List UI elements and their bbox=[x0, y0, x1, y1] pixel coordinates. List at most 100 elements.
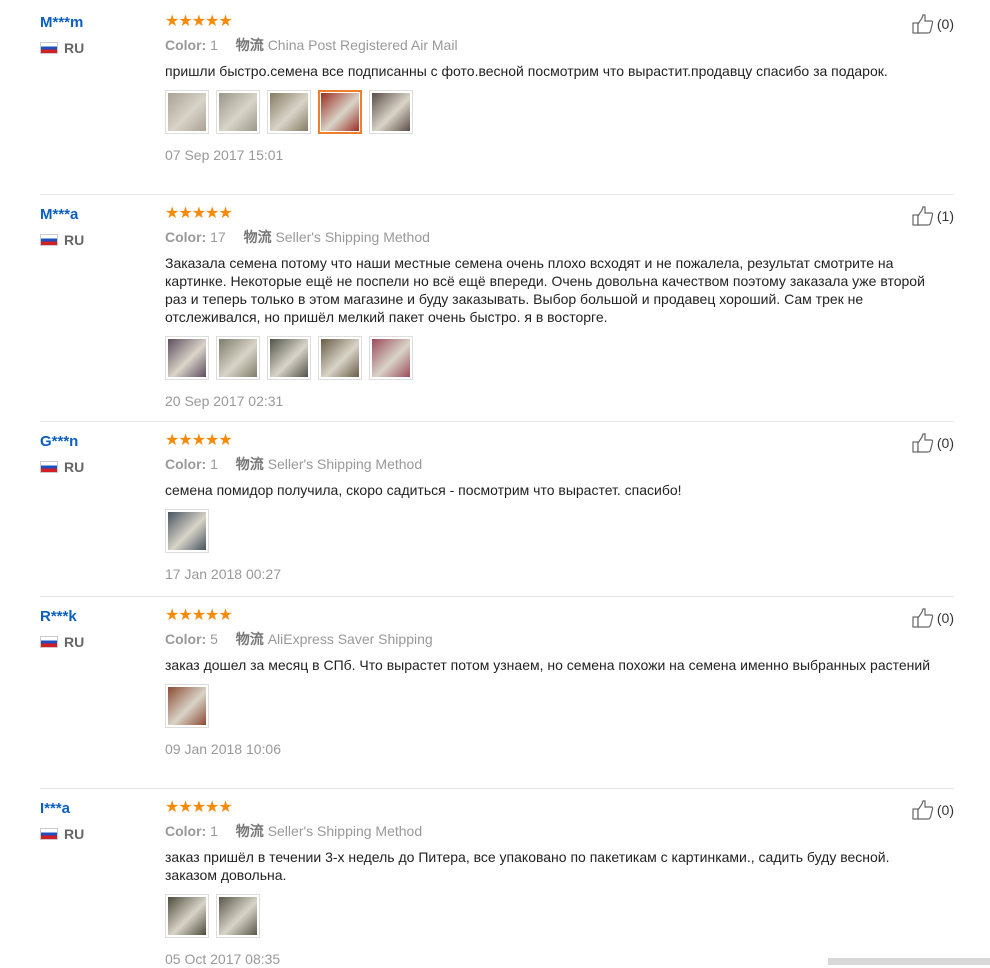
review-meta: Color: 1 物流 China Post Registered Air Ma… bbox=[165, 36, 925, 54]
photo-image bbox=[372, 339, 410, 377]
reviewer-name[interactable]: I***a bbox=[40, 800, 84, 818]
review-photo-thumbnail[interactable] bbox=[165, 90, 209, 134]
helpful-button[interactable]: (0) bbox=[912, 433, 954, 453]
reviewer-info: I***a RU bbox=[40, 800, 84, 842]
review-text: пришли быстро.семена все подписанны с фо… bbox=[165, 63, 888, 79]
review-date: 07 Sep 2017 15:01 bbox=[165, 147, 284, 163]
color-label: Color: bbox=[165, 229, 207, 245]
photo-image bbox=[168, 339, 206, 377]
review-photo-thumbnail[interactable] bbox=[216, 90, 260, 134]
star-rating: ★★★★★ bbox=[165, 607, 233, 624]
shipping-label: 物流 bbox=[235, 823, 264, 839]
divider bbox=[40, 596, 954, 597]
divider bbox=[40, 194, 954, 195]
shipping-value: China Post Registered Air Mail bbox=[267, 37, 458, 53]
helpful-count: (0) bbox=[936, 16, 954, 32]
review-photo-thumbnail[interactable] bbox=[318, 90, 362, 134]
review-text: заказ пришёл в течении 3-х недель до Пит… bbox=[165, 849, 890, 883]
shipping-label: 物流 bbox=[235, 456, 264, 472]
horizontal-scrollbar[interactable] bbox=[828, 958, 990, 965]
star-rating: ★★★★★ bbox=[165, 13, 233, 30]
photo-image bbox=[321, 339, 359, 377]
reviewer-name[interactable]: M***m bbox=[40, 14, 84, 32]
review-photo-thumbnail[interactable] bbox=[165, 894, 209, 938]
helpful-button[interactable]: (1) bbox=[912, 206, 954, 226]
review-photo-thumbnail[interactable] bbox=[165, 336, 209, 380]
reviewer-country: RU bbox=[40, 634, 84, 650]
shipping-value: Seller's Shipping Method bbox=[267, 456, 423, 472]
reviewer-country: RU bbox=[40, 232, 84, 248]
photo-image bbox=[321, 93, 359, 131]
reviewer-info: R***k RU bbox=[40, 608, 84, 650]
review-photo-thumbnail[interactable] bbox=[165, 684, 209, 728]
star-rating: ★★★★★ bbox=[165, 799, 233, 816]
thumbs-up-icon bbox=[912, 433, 934, 453]
review-photo-thumbnail[interactable] bbox=[318, 336, 362, 380]
review-content: ★★★★★ Color: 5 物流 AliExpress Saver Shipp… bbox=[165, 607, 930, 758]
color-value: 1 bbox=[210, 37, 218, 53]
review-photo-thumbnail[interactable] bbox=[267, 336, 311, 380]
reviewer-info: M***a RU bbox=[40, 206, 84, 248]
reviewer-country: RU bbox=[40, 40, 84, 56]
color-label: Color: bbox=[165, 631, 207, 647]
color-value: 1 bbox=[210, 456, 218, 472]
review-date: 17 Jan 2018 00:27 bbox=[165, 566, 281, 582]
country-code: RU bbox=[64, 634, 85, 650]
shipping-value: Seller's Shipping Method bbox=[267, 823, 423, 839]
reviewer-name[interactable]: G***n bbox=[40, 433, 84, 451]
review-meta: Color: 1 物流 Seller's Shipping Method bbox=[165, 455, 925, 473]
shipping-label: 物流 bbox=[243, 229, 272, 245]
color-value: 1 bbox=[210, 823, 218, 839]
review-date: 20 Sep 2017 02:31 bbox=[165, 393, 284, 409]
review-photo-thumbnail[interactable] bbox=[267, 90, 311, 134]
russia-flag-icon bbox=[40, 461, 58, 473]
shipping-label: 物流 bbox=[235, 37, 264, 53]
russia-flag-icon bbox=[40, 234, 58, 246]
color-value: 5 bbox=[210, 631, 218, 647]
review-photo-thumbnail[interactable] bbox=[165, 509, 209, 553]
review-photos bbox=[165, 509, 925, 553]
helpful-count: (1) bbox=[936, 208, 954, 224]
helpful-button[interactable]: (0) bbox=[912, 14, 954, 34]
review-meta: Color: 17 物流 Seller's Shipping Method bbox=[165, 228, 925, 246]
review-photos bbox=[165, 336, 925, 380]
review-content: ★★★★★ Color: 1 物流 Seller's Shipping Meth… bbox=[165, 433, 925, 583]
review-photos bbox=[165, 684, 925, 728]
helpful-button[interactable]: (0) bbox=[912, 608, 954, 628]
reviewer-info: G***n RU bbox=[40, 433, 84, 475]
russia-flag-icon bbox=[40, 828, 58, 840]
photo-image bbox=[168, 897, 206, 935]
review-photo-thumbnail[interactable] bbox=[369, 336, 413, 380]
country-code: RU bbox=[64, 459, 85, 475]
shipping-label: 物流 bbox=[235, 631, 264, 647]
photo-image bbox=[270, 93, 308, 131]
thumbs-up-icon bbox=[912, 608, 934, 628]
divider bbox=[40, 788, 954, 789]
photo-image bbox=[270, 339, 308, 377]
review-photo-thumbnail[interactable] bbox=[216, 336, 260, 380]
country-code: RU bbox=[64, 826, 85, 842]
review-text: семена помидор получила, скоро садиться … bbox=[165, 482, 682, 498]
thumbs-up-icon bbox=[912, 14, 934, 34]
country-code: RU bbox=[64, 232, 85, 248]
country-code: RU bbox=[64, 40, 85, 56]
reviewer-name[interactable]: R***k bbox=[40, 608, 84, 626]
reviewer-name[interactable]: M***a bbox=[40, 206, 84, 224]
photo-image bbox=[168, 93, 206, 131]
review-photo-thumbnail[interactable] bbox=[369, 90, 413, 134]
russia-flag-icon bbox=[40, 42, 58, 54]
review-content: ★★★★★ Color: 17 物流 Seller's Shipping Met… bbox=[165, 206, 925, 410]
thumbs-up-icon bbox=[912, 206, 934, 226]
review-photo-thumbnail[interactable] bbox=[216, 894, 260, 938]
photo-image bbox=[219, 897, 257, 935]
review-content: ★★★★★ Color: 1 物流 China Post Registered … bbox=[165, 14, 925, 164]
review-photos bbox=[165, 894, 925, 938]
reviewer-country: RU bbox=[40, 459, 84, 475]
helpful-count: (0) bbox=[936, 802, 954, 818]
photo-image bbox=[219, 93, 257, 131]
helpful-button[interactable]: (0) bbox=[912, 800, 954, 820]
review-meta: Color: 5 物流 AliExpress Saver Shipping bbox=[165, 630, 925, 648]
color-value: 17 bbox=[210, 229, 226, 245]
review-meta: Color: 1 物流 Seller's Shipping Method bbox=[165, 822, 925, 840]
review-date: 05 Oct 2017 08:35 bbox=[165, 951, 281, 967]
